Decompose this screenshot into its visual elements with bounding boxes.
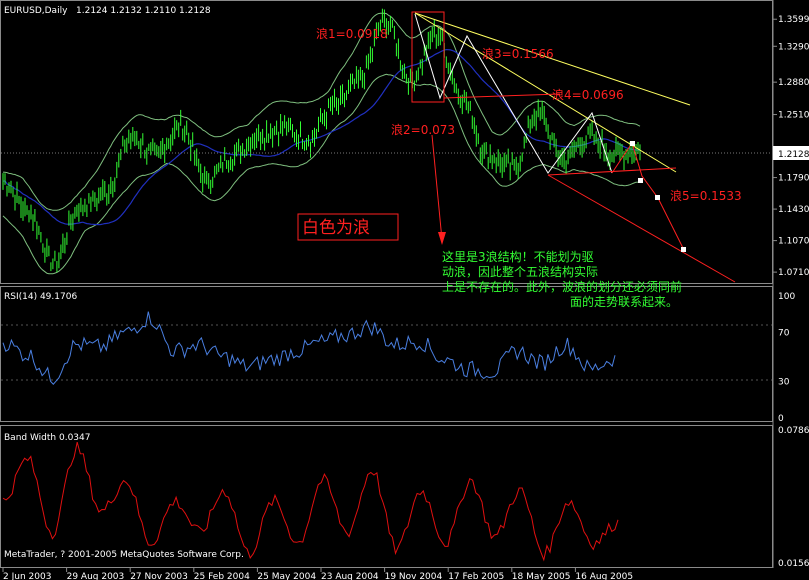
bandwidth-tick-label: 0.0156	[778, 559, 809, 569]
rsi-tick-label: 100	[778, 292, 795, 302]
bandwidth-label: Band Width 0.0347	[4, 433, 90, 443]
rsi-line	[2, 311, 616, 385]
price-panel-frame	[0, 0, 773, 284]
projection-marker	[655, 195, 660, 200]
white-wave-label: 白色为浪	[302, 218, 370, 238]
wave5-label: 浪5=0.1533	[670, 188, 742, 203]
symbol-label: EURUSD,Daily	[4, 6, 68, 16]
comment-arrow-shaft	[431, 134, 443, 241]
date-tick-label: 19 Nov 2004	[385, 572, 443, 580]
bandwidth-axis: 0.0786 0.0156	[778, 426, 809, 569]
comment-line-2: 动浪，因此整个五浪结构实际	[442, 264, 598, 279]
wave3-label: 浪3=0.1566	[482, 46, 554, 61]
wave5-base-line	[547, 167, 677, 176]
date-tick-label: 25 Feb 2004	[194, 572, 250, 580]
comment-arrow-head	[438, 232, 446, 245]
bandwidth-line	[2, 441, 619, 562]
date-tick-label: 29 Aug 2003	[67, 572, 125, 580]
price-tick-label: 1.2510	[778, 111, 809, 121]
copyright-text: MetaTrader, ? 2001-2005 MetaQuotes Softw…	[4, 550, 244, 560]
comment-line-3: 上是不存在的。此外，波浪的划分还必须同前	[442, 279, 682, 294]
rsi-label: RSI(14) 49.1706	[4, 292, 77, 302]
price-tick-label: 1.0710	[778, 268, 809, 278]
rsi-tick-label: 70	[778, 329, 790, 339]
price-tick-label: 1.1790	[778, 174, 809, 184]
chart-canvas: EURUSD,Daily 1.2124 1.2132 1.2110 1.2128…	[0, 0, 809, 580]
date-tick-label: 23 Aug 2004	[321, 572, 379, 580]
wave1-label: 浪1=0.0918	[316, 26, 388, 41]
rsi-tick-label: 0	[778, 414, 784, 424]
ohlc-readout: 1.2124 1.2132 1.2110 1.2128	[76, 6, 211, 16]
comment-line-1: 这里是3浪结构！不能划为驱	[442, 249, 594, 264]
bollinger-lower-band	[2, 73, 641, 275]
date-tick-label: 25 May 2004	[257, 572, 316, 580]
price-tick-label: 1.3290	[778, 42, 809, 52]
date-axis: 2 Jun 2003 29 Aug 2003 27 Nov 2003 25 Feb 2…	[2, 568, 633, 580]
wave4-label: 浪4=0.0696	[552, 87, 624, 102]
date-tick-label: 27 Nov 2003	[130, 572, 188, 580]
date-tick-label: 18 May 2005	[512, 572, 571, 580]
date-tick-label: 2 Jun 2003	[3, 572, 51, 580]
rsi-axis: 100 70 30 0	[778, 292, 795, 424]
price-tick-label: 1.2880	[778, 78, 809, 88]
comment-line-4: 面的走势联系起来。	[570, 294, 678, 309]
projection-marker	[630, 141, 635, 146]
projection-marker	[638, 178, 643, 183]
price-tick-label: 1.1430	[778, 205, 809, 215]
date-tick-label: 16 Aug 2005	[575, 572, 633, 580]
wave2-label: 浪2=0.073	[391, 122, 455, 137]
projection-marker	[681, 247, 686, 252]
bandwidth-tick-label: 0.0786	[778, 426, 809, 436]
current-price-label: 1.2128	[778, 150, 809, 160]
rsi-tick-label: 30	[778, 377, 790, 387]
price-tick-label: 1.1070	[778, 237, 809, 247]
price-tick-label: 1.3599	[778, 15, 809, 25]
date-tick-label: 17 Feb 2005	[448, 572, 504, 580]
